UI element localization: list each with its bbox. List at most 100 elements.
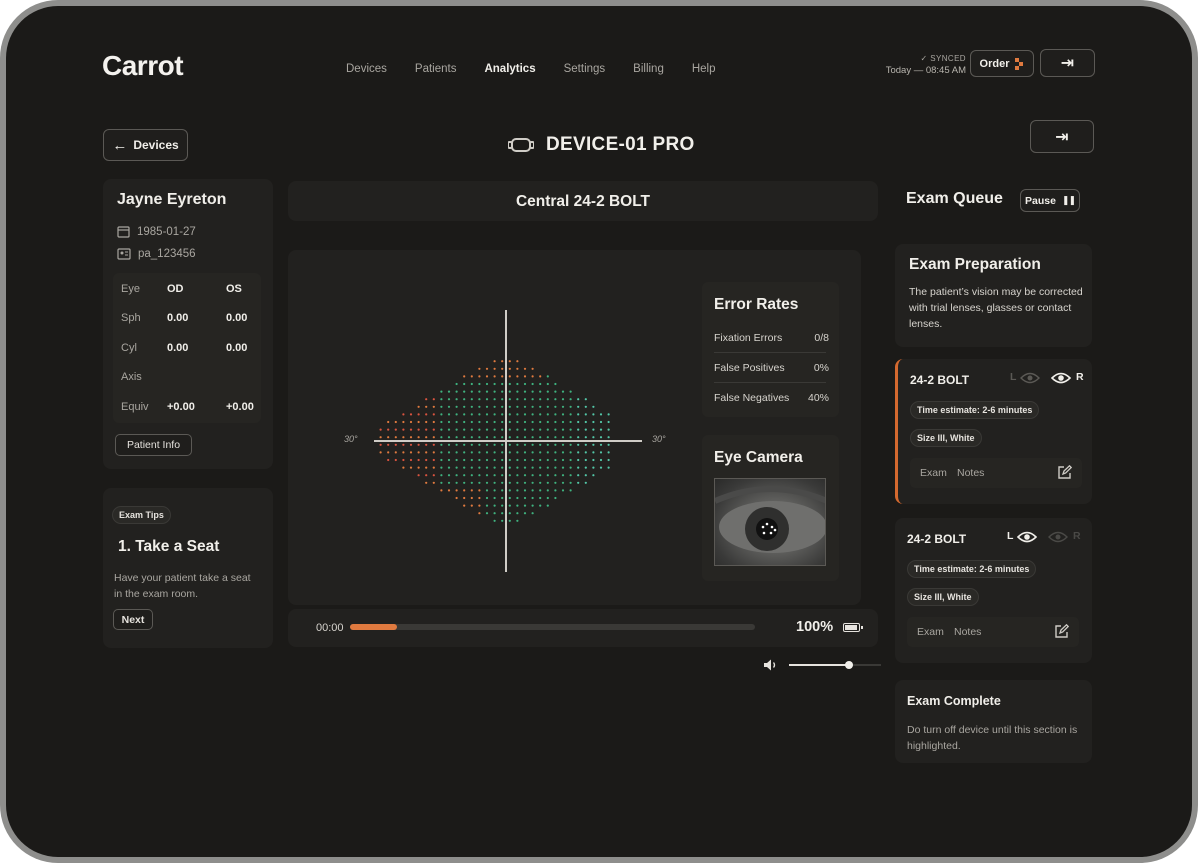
stimulus-point: [577, 481, 580, 484]
volume-slider[interactable]: [789, 661, 881, 669]
stimulus-point: [409, 443, 413, 446]
stimulus-point: [501, 504, 504, 507]
stimulus-point: [493, 436, 496, 439]
stimulus-point: [561, 474, 565, 477]
nav-devices[interactable]: Devices: [346, 63, 387, 75]
exam-complete-text: Do turn off device until this section is…: [907, 724, 1078, 752]
stimulus-point: [493, 405, 496, 408]
stimulus-point: [539, 405, 542, 408]
stimulus-point: [501, 428, 504, 431]
pause-button[interactable]: Pause ❚❚: [1020, 189, 1080, 212]
stimulus-point: [599, 420, 603, 424]
stimulus-point: [546, 481, 549, 484]
progress-track[interactable]: [350, 624, 755, 630]
stimulus-point: [455, 405, 458, 408]
stimulus-point: [379, 436, 382, 439]
pause-label: Pause: [1024, 194, 1056, 207]
stimulus-point: [539, 504, 542, 507]
edit-icon[interactable]: [1057, 465, 1072, 480]
stimulus-point: [485, 489, 489, 492]
eye-icon[interactable]: [1051, 372, 1071, 384]
stimulus-point: [516, 375, 519, 378]
next-button[interactable]: Next: [113, 609, 153, 630]
stimulus-point: [508, 398, 511, 401]
stimulus-point: [508, 443, 511, 446]
stimulus-point: [440, 458, 443, 462]
eye-icon[interactable]: [1017, 531, 1037, 543]
stimulus-point: [607, 451, 610, 454]
stimulus-point: [463, 504, 466, 507]
nav-billing[interactable]: Billing: [633, 63, 664, 75]
stimulus-point: [508, 428, 511, 431]
stimulus-point: [417, 466, 420, 469]
order-button[interactable]: Order: [970, 50, 1034, 77]
stimulus-point: [539, 474, 542, 477]
patient-info-button[interactable]: Patient Info: [115, 434, 192, 456]
stimulus-point: [447, 489, 451, 492]
stimulus-point: [592, 428, 595, 431]
stimulus-point: [432, 481, 435, 484]
stimulus-point: [432, 458, 435, 462]
stimulus-point: [470, 504, 473, 507]
stimulus-point: [440, 398, 443, 401]
eye-icon[interactable]: [1048, 531, 1068, 543]
stimulus-point: [447, 466, 451, 469]
stimulus-point: [554, 474, 557, 477]
collapse-panel-button[interactable]: ⇥: [1030, 120, 1094, 153]
stimulus-point: [485, 451, 489, 454]
stimulus-point: [523, 398, 527, 401]
speaker-icon[interactable]: [763, 658, 779, 672]
stimulus-point: [577, 428, 580, 431]
stimulus-point: [402, 458, 405, 462]
error-row-false-positives: False Positives 0%: [714, 362, 829, 374]
nav-analytics[interactable]: Analytics: [484, 63, 535, 75]
stimulus-point: [455, 420, 458, 424]
stimulus-point: [554, 496, 557, 500]
back-to-devices-button[interactable]: ← Devices: [103, 129, 188, 161]
eye-icon[interactable]: [1020, 372, 1040, 384]
stimulus-point: [478, 443, 481, 446]
prescription-table: Eye OD OS Sph 0.00 0.00 Cyl 0.00 0.00 Axis Equ…: [113, 273, 261, 423]
stimulus-point: [463, 474, 466, 477]
stimulus-point: [493, 428, 496, 431]
exam-item[interactable]: 24-2 BOLT L R Time estimate: 2-6 minutes…: [895, 518, 1092, 663]
nav-settings[interactable]: Settings: [564, 63, 606, 75]
exam-notes-field[interactable]: Exam Notes: [907, 617, 1079, 647]
progress-fill: [350, 624, 397, 630]
exam-item[interactable]: 24-2 BOLT L R Time estimate: 2-6 minutes…: [895, 359, 1092, 504]
exit-button[interactable]: ⇥: [1040, 49, 1095, 77]
stimulus-point: [478, 504, 481, 507]
stimulus-point: [501, 458, 504, 462]
stimulus-point: [478, 496, 481, 500]
nav-help[interactable]: Help: [692, 63, 716, 75]
stimulus-point: [470, 390, 473, 393]
stimulus-point: [493, 519, 496, 522]
stimulus-point: [409, 436, 413, 439]
stimulus-point: [440, 466, 443, 469]
stimulus-point: [447, 398, 451, 401]
stimulus-point: [478, 420, 481, 424]
stimulus-point: [516, 405, 519, 408]
stimulus-point: [417, 405, 420, 408]
stimulus-point: [569, 443, 572, 446]
stimulus-point: [478, 489, 481, 492]
stimulus-point: [425, 474, 428, 477]
edit-icon[interactable]: [1054, 624, 1069, 639]
stimulus-point: [561, 428, 565, 431]
stimulus-point: [523, 474, 527, 477]
stimulus-point: [455, 436, 458, 439]
stimulus-point: [599, 443, 603, 446]
stimulus-point: [508, 474, 511, 477]
volume-knob[interactable]: [844, 661, 853, 669]
stimulus-point: [554, 413, 557, 416]
exam-notes-field[interactable]: Exam Notes: [910, 458, 1082, 488]
stimulus-point: [440, 474, 443, 477]
stimulus-point: [561, 398, 565, 401]
nav-patients[interactable]: Patients: [415, 63, 457, 75]
stimulus-point: [440, 443, 443, 446]
stimulus-point: [516, 451, 519, 454]
sync-status: ✓ SYNCED Today — 08:45 AM: [876, 54, 966, 76]
stimulus-point: [516, 489, 519, 492]
stimulus-point: [447, 390, 451, 393]
stimulus-point: [394, 428, 397, 431]
